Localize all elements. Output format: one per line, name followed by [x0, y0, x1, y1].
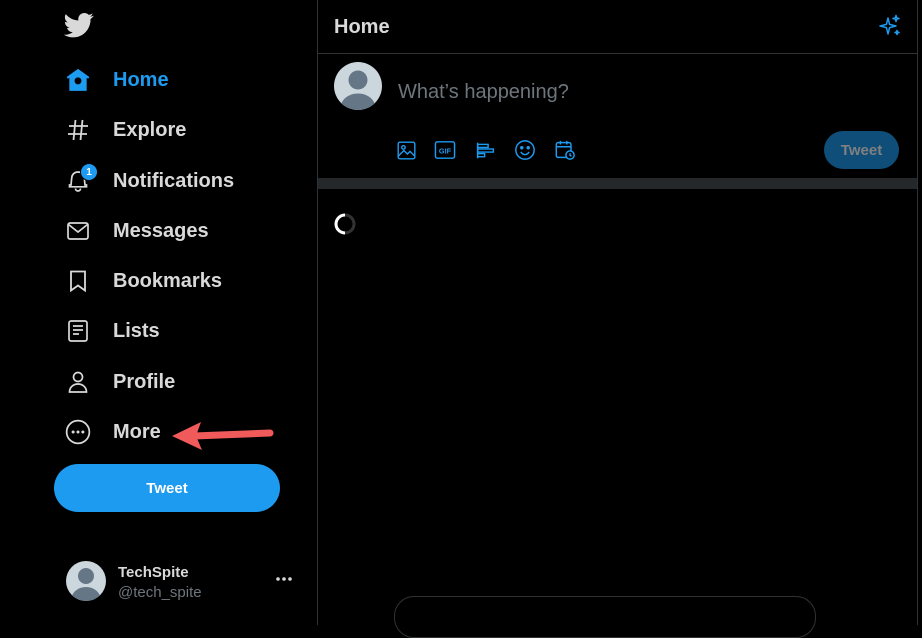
annotation-arrow-icon: [172, 422, 274, 450]
tweet-submit-button[interactable]: Tweet: [824, 131, 899, 169]
more-circle-icon: [62, 416, 94, 448]
envelope-icon: [62, 215, 94, 247]
sidebar: Home Explore 1 Notifications Messages Bo…: [0, 0, 317, 625]
account-switcher[interactable]: TechSpite @tech_spite: [66, 561, 300, 603]
tweet-button[interactable]: Tweet: [54, 464, 280, 512]
home-icon: [62, 64, 94, 96]
sidebar-item-bookmarks[interactable]: Bookmarks: [62, 261, 222, 301]
sidebar-item-label: Explore: [113, 118, 187, 141]
timeline-header: Home: [318, 0, 917, 54]
hashtag-icon: [62, 114, 94, 146]
bell-icon: 1: [62, 163, 98, 197]
poll-icon[interactable]: [473, 138, 497, 162]
tweet-composer: GIF Tweet: [318, 54, 917, 178]
sidebar-item-notifications[interactable]: 1 Notifications: [62, 161, 234, 201]
sparkle-icon[interactable]: [878, 14, 902, 38]
sidebar-item-messages[interactable]: Messages: [62, 211, 209, 251]
sidebar-item-label: Messages: [113, 219, 209, 242]
page-title: Home: [334, 16, 390, 38]
notification-badge: 1: [80, 163, 98, 181]
avatar: [66, 561, 106, 601]
bookmark-icon: [62, 265, 94, 297]
emoji-icon[interactable]: [513, 138, 537, 162]
sidebar-item-more[interactable]: More: [62, 412, 161, 452]
divider: [318, 178, 917, 189]
ellipsis-icon[interactable]: [274, 569, 294, 589]
twitter-logo-icon[interactable]: [63, 10, 95, 40]
timeline-feed: [318, 189, 917, 625]
list-icon: [62, 315, 94, 347]
sidebar-item-label: Profile: [113, 370, 176, 393]
sidebar-item-label: Notifications: [113, 169, 235, 192]
tweet-input[interactable]: [396, 78, 840, 106]
person-icon: [62, 366, 94, 398]
sidebar-item-label: More: [113, 420, 161, 443]
svg-text:GIF: GIF: [439, 147, 452, 156]
schedule-icon[interactable]: [553, 138, 577, 162]
account-handle: @tech_spite: [118, 584, 202, 601]
sidebar-item-label: Bookmarks: [113, 269, 222, 292]
sidebar-item-label: Lists: [113, 319, 160, 342]
loading-spinner-icon: [334, 213, 356, 235]
main-timeline: Home GIF Tweet: [317, 0, 918, 638]
sidebar-item-explore[interactable]: Explore: [62, 110, 186, 150]
gif-icon[interactable]: GIF: [433, 138, 457, 162]
sidebar-item-profile[interactable]: Profile: [62, 362, 175, 402]
sidebar-item-lists[interactable]: Lists: [62, 311, 160, 351]
image-icon[interactable]: [394, 138, 418, 162]
account-name: TechSpite: [118, 564, 189, 581]
avatar: [334, 62, 382, 110]
partial-overlay-box: [394, 596, 816, 638]
sidebar-item-label: Home: [113, 68, 169, 91]
sidebar-item-home[interactable]: Home: [62, 60, 169, 100]
